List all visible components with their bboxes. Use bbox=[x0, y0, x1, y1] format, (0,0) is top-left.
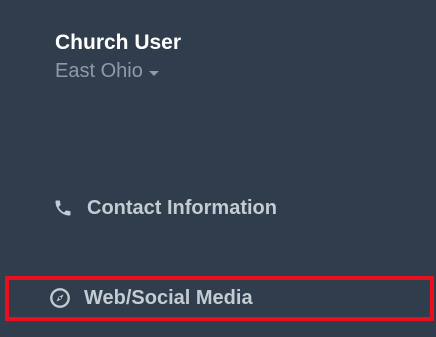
nav-label-web: Web/Social Media bbox=[84, 286, 253, 309]
user-name: Church User bbox=[55, 31, 182, 54]
compass-icon bbox=[49, 287, 71, 309]
nav-label-contact: Contact Information bbox=[87, 196, 277, 219]
nav-item-web-social-media[interactable]: Web/Social Media bbox=[0, 276, 436, 320]
user-block: Church User East Ohio bbox=[55, 30, 181, 84]
phone-icon bbox=[52, 197, 74, 219]
caret-down-icon bbox=[148, 70, 159, 76]
nav-item-contact-information[interactable]: Contact Information bbox=[0, 188, 436, 228]
region-dropdown[interactable]: East Ohio bbox=[55, 58, 181, 84]
region-label: East Ohio bbox=[55, 60, 143, 82]
